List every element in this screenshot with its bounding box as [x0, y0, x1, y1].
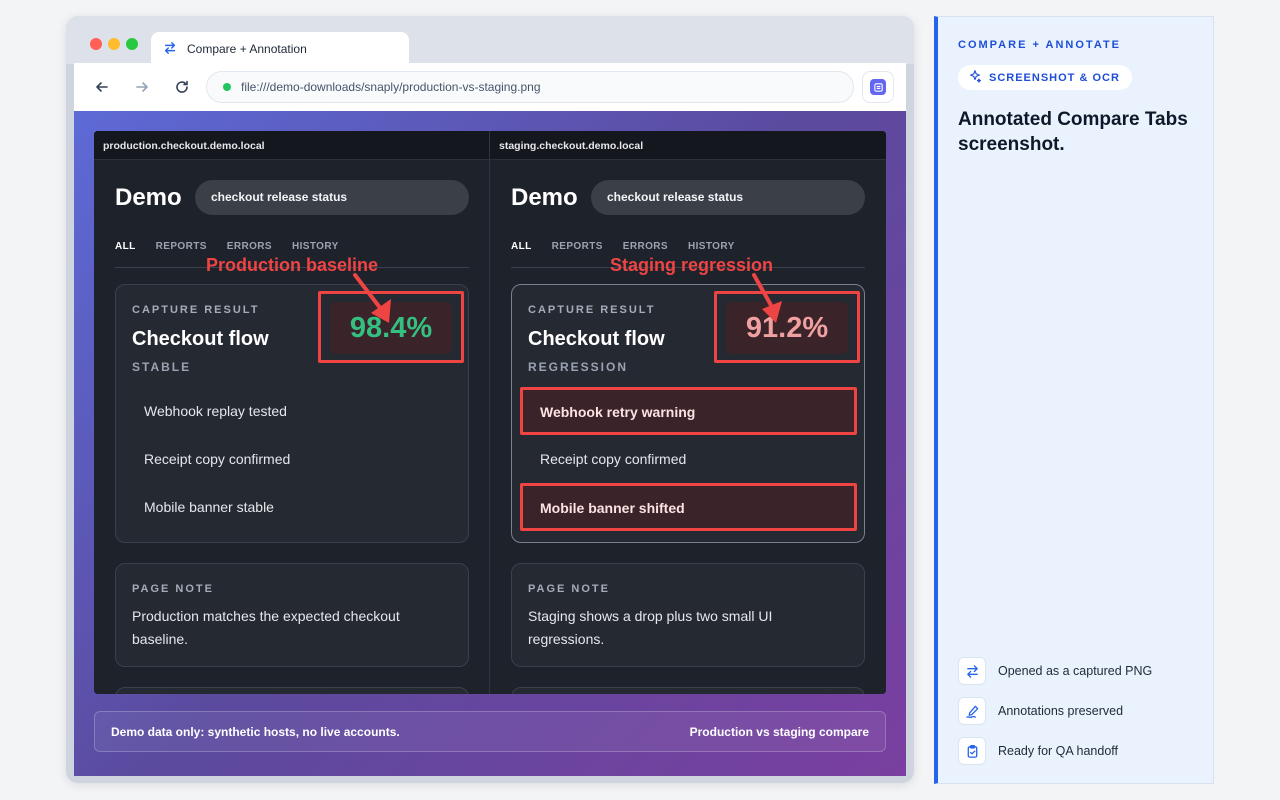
- compare-panel: production.checkout.demo.local Demo chec…: [94, 131, 886, 694]
- card-title: Checkout flow: [528, 328, 665, 350]
- back-button[interactable]: [92, 77, 112, 97]
- flagged-check-item: Mobile banner shifted: [520, 483, 857, 531]
- arrow-left-icon: [96, 82, 108, 92]
- reload-icon: [176, 80, 188, 93]
- card-kicker: CAPTURE RESULT: [528, 304, 656, 316]
- note-text: Staging shows a drop plus two small UI r…: [528, 608, 773, 647]
- note-kicker: PAGE NOTE: [132, 583, 214, 595]
- pane-host-label: production.checkout.demo.local: [94, 131, 489, 160]
- staging-pane: staging.checkout.demo.local Demo checkou…: [490, 131, 886, 694]
- feature-badge: SCREENSHOT & OCR: [958, 65, 1132, 90]
- card-title: Checkout flow: [132, 328, 269, 350]
- note-kicker: PAGE NOTE: [528, 583, 610, 595]
- tab-all[interactable]: ALL: [511, 241, 532, 267]
- list-item-label: Ready for QA handoff: [998, 744, 1118, 758]
- arrow-right-icon: [136, 82, 148, 92]
- production-pane: production.checkout.demo.local Demo chec…: [94, 131, 490, 694]
- browser-tab[interactable]: Compare + Annotation: [151, 32, 409, 66]
- list-item: Ready for QA handoff: [958, 737, 1152, 765]
- flagged-check-item: Webhook retry warning: [520, 387, 857, 435]
- check-item: Receipt copy confirmed: [144, 451, 291, 467]
- score-value: 91.2%: [726, 302, 848, 354]
- feature-list: Opened as a captured PNG Annotations pre…: [958, 657, 1152, 777]
- minimize-window-button[interactable]: [108, 38, 120, 50]
- tab-strip: Compare + Annotation: [66, 16, 914, 66]
- check-item: Mobile banner stable: [144, 499, 274, 515]
- annotation-callout: Staging regression: [610, 255, 774, 275]
- browser-window: Compare + Annotation file:///demo-downlo…: [66, 16, 914, 783]
- side-title: Annotated Compare Tabs screenshot.: [958, 109, 1188, 155]
- sparkle-icon: [968, 69, 982, 86]
- footer-disclaimer: Demo data only: synthetic hosts, no live…: [111, 724, 400, 739]
- card-kicker: CAPTURE RESULT: [132, 304, 260, 316]
- footer-label: Production vs staging compare: [689, 724, 869, 739]
- pane-host-label: staging.checkout.demo.local: [490, 131, 886, 160]
- screenshot-extension-icon: [870, 79, 886, 95]
- capture-result-card: CAPTURE RESULT Checkout flow REGRESSION …: [511, 284, 865, 543]
- page-viewport: production.checkout.demo.local Demo chec…: [74, 111, 906, 776]
- check-item: Webhook replay tested: [144, 403, 287, 419]
- brand-logo: Demo: [115, 184, 182, 211]
- tab-reports[interactable]: REPORTS: [156, 241, 207, 267]
- page-note-card: PAGE NOTE Staging shows a drop plus two …: [511, 563, 865, 667]
- next-card: [511, 687, 865, 694]
- close-window-button[interactable]: [90, 38, 102, 50]
- forward-button[interactable]: [132, 77, 152, 97]
- footer-banner: Demo data only: synthetic hosts, no live…: [94, 711, 886, 752]
- browser-toolbar: file:///demo-downloads/snaply/production…: [74, 63, 906, 111]
- reload-button[interactable]: [172, 77, 192, 97]
- side-kicker: COMPARE + ANNOTATE: [958, 39, 1122, 51]
- list-item: Opened as a captured PNG: [958, 657, 1152, 685]
- badge-label: SCREENSHOT & OCR: [989, 71, 1120, 84]
- score-value: 98.4%: [330, 302, 452, 354]
- swap-arrows-icon: [163, 41, 177, 58]
- list-item-label: Annotations preserved: [998, 704, 1124, 718]
- list-item: Annotations preserved: [958, 697, 1152, 725]
- page-note-card: PAGE NOTE Production matches the expecte…: [115, 563, 469, 667]
- search-input[interactable]: checkout release status: [591, 180, 865, 215]
- tab-title: Compare + Annotation: [187, 42, 307, 56]
- check-item: Receipt copy confirmed: [540, 451, 687, 467]
- extension-button[interactable]: [862, 71, 894, 103]
- secure-indicator-icon: [223, 83, 231, 91]
- tab-all[interactable]: ALL: [115, 241, 136, 267]
- address-bar[interactable]: file:///demo-downloads/snaply/production…: [206, 71, 854, 103]
- status-label: STABLE: [132, 360, 192, 374]
- url-text: file:///demo-downloads/snaply/production…: [241, 80, 541, 94]
- next-card: [115, 687, 469, 694]
- side-panel: COMPARE + ANNOTATE SCREENSHOT & OCR Anno…: [934, 16, 1214, 784]
- status-label: REGRESSION: [528, 360, 629, 374]
- annotation-callout: Production baseline: [206, 255, 379, 275]
- note-text: Production matches the expected checkout…: [132, 608, 400, 647]
- search-input[interactable]: checkout release status: [195, 180, 469, 215]
- tab-reports[interactable]: REPORTS: [552, 241, 603, 267]
- capture-result-card: CAPTURE RESULT Checkout flow STABLE 98.4…: [115, 284, 469, 543]
- swap-arrows-icon: [958, 657, 986, 685]
- clipboard-check-icon: [958, 737, 986, 765]
- list-item-label: Opened as a captured PNG: [998, 664, 1153, 678]
- pen-signature-icon: [958, 697, 986, 725]
- zoom-window-button[interactable]: [126, 38, 138, 50]
- brand-logo: Demo: [511, 184, 578, 211]
